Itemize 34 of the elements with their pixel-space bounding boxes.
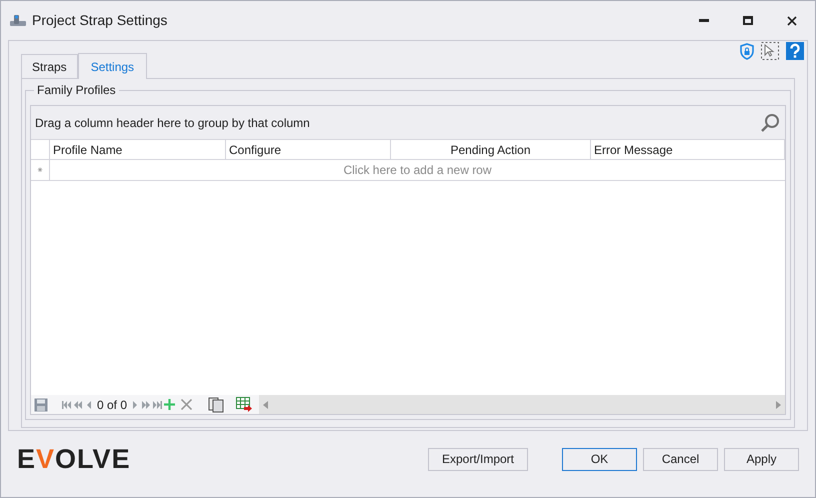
new-row-marker: ⁕ [38,163,42,176]
last-icon[interactable] [152,400,162,408]
horizontal-scrollbar[interactable] [259,395,785,414]
dialog-button[interactable]: Apply [724,448,799,470]
delete-icon[interactable] [181,399,192,410]
copy-icon[interactable] [208,396,224,412]
close-icon[interactable] [787,16,797,26]
window-title: Project Strap Settings [32,11,168,30]
dialog-button[interactable]: Cancel [643,448,718,470]
previous-page-icon[interactable] [73,400,83,408]
group-title: Family Profiles [34,83,119,97]
strap-icon [9,12,27,28]
save-icon[interactable] [34,398,48,412]
dialog-button[interactable]: Export/Import [428,448,528,470]
tab[interactable]: Settings [78,53,148,79]
column-header[interactable]: Profile Name [50,140,226,159]
scroll-right-icon[interactable] [776,400,781,408]
first-icon[interactable] [62,400,72,408]
cursor-selection-icon[interactable] [761,42,779,60]
table-export-icon[interactable] [236,397,254,412]
column-header[interactable]: Configure [226,140,391,159]
group-panel-hint: Drag a column header here to group by that column [35,114,311,132]
column-header[interactable]: Pending Action [391,140,591,159]
add-icon[interactable] [164,399,176,410]
evolve-logo: EVOLVE [17,446,131,472]
record-counter: 0 of 0 [97,396,128,414]
help-icon[interactable] [786,42,804,60]
shield-lock-icon[interactable] [740,42,754,60]
column-header[interactable]: Error Message [591,140,785,159]
tab[interactable]: Straps [21,54,78,78]
scroll-left-icon[interactable] [263,400,268,408]
search-icon[interactable] [759,112,781,134]
next-page-icon[interactable] [141,400,152,408]
dialog-button[interactable]: OK [562,448,637,470]
